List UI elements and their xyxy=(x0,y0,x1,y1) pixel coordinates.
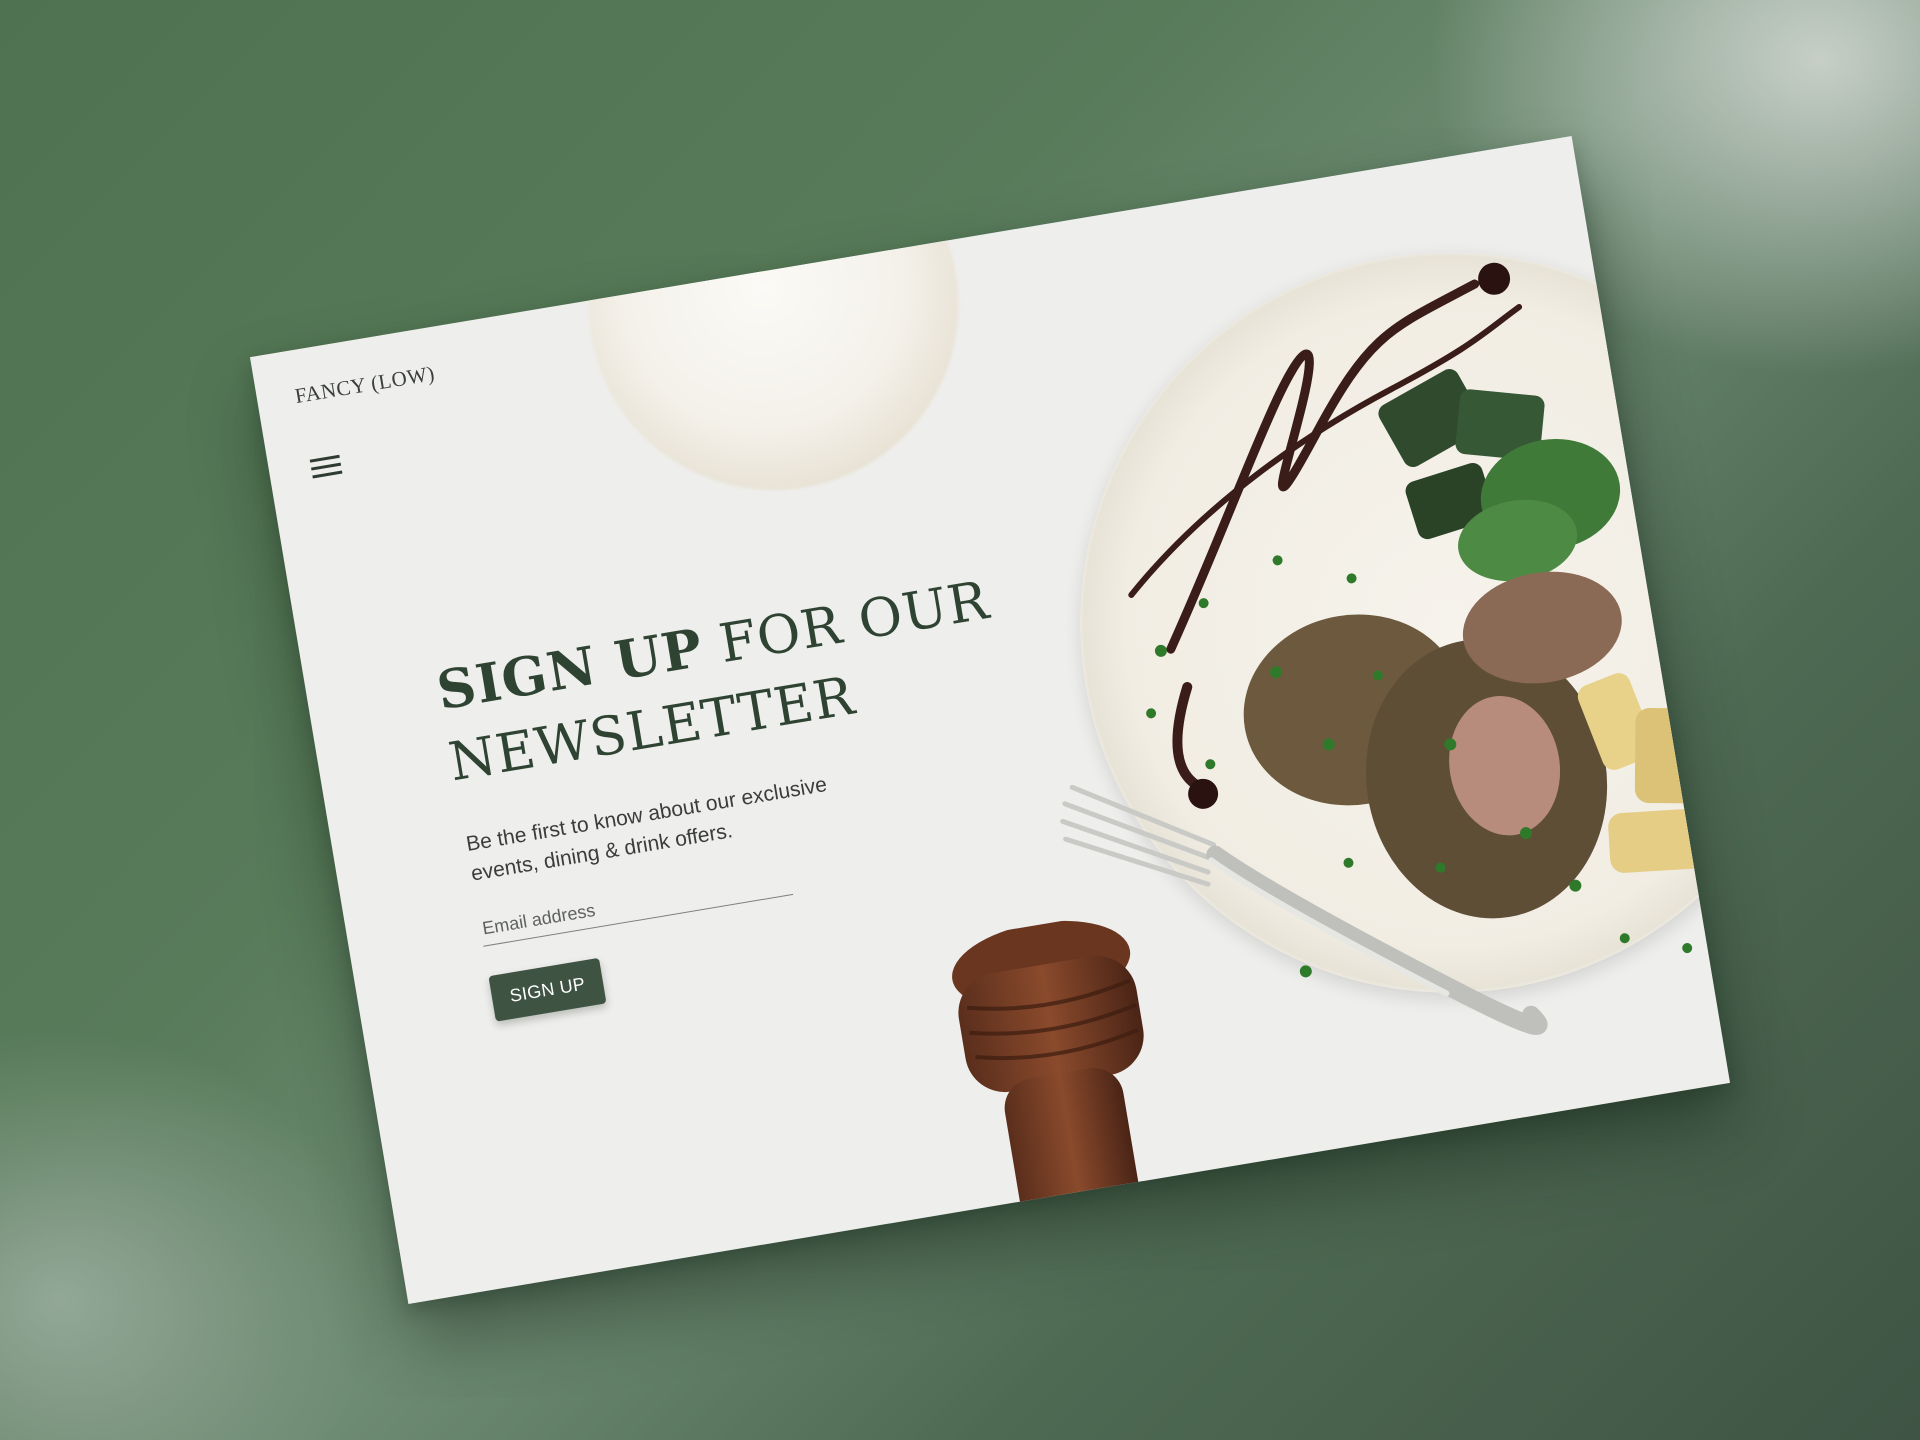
brand-logo[interactable]: FANCY (LOW) xyxy=(293,361,437,409)
sign-up-button[interactable]: SIGN UP xyxy=(488,957,607,1022)
hamburger-menu-icon[interactable] xyxy=(307,451,345,482)
page-title: SIGN UP FOR OUR NEWSLETTER xyxy=(432,551,1087,800)
